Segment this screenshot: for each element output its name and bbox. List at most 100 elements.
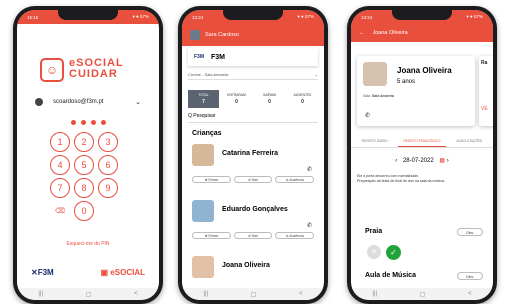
child-photo bbox=[363, 62, 387, 86]
chevron-right-icon[interactable]: › bbox=[447, 158, 449, 164]
activity-title: Praia bbox=[365, 228, 383, 235]
home-button[interactable]: ▢ bbox=[251, 291, 257, 298]
tab-label: AUSENTES bbox=[293, 93, 312, 97]
back-button[interactable]: < bbox=[468, 291, 472, 297]
tab-entered[interactable]: ENTRARAM 0 bbox=[221, 90, 252, 108]
phone-child-detail: 13:24 ▾ ● 57% ← Joana Oliveira Joana Oli… bbox=[347, 6, 497, 304]
chevron-down-icon: ⌄ bbox=[135, 99, 141, 106]
key-4[interactable]: 4 bbox=[50, 155, 70, 175]
room-name: Creche - Sala Amarela bbox=[188, 72, 229, 77]
search-input[interactable]: Q Pesquisar bbox=[188, 113, 318, 123]
child-photo bbox=[192, 200, 214, 222]
tab-assessments[interactable]: AUSCULTAÇÕES bbox=[446, 136, 493, 147]
app-logo-text: eSOCIAL CUIDAR bbox=[69, 58, 124, 80]
room-selector[interactable]: Creche - Sala Amarela ⌄ bbox=[188, 72, 318, 80]
phone-login: 15:15 ▾ ● 57% ☺ eSOCIAL CUIDAR scoardoso… bbox=[13, 6, 163, 304]
pin-dot bbox=[80, 120, 86, 125]
esocial-logo: ▣ eSOCIAL bbox=[100, 268, 145, 277]
username: scoardoso@f3m.pt bbox=[53, 99, 104, 105]
status-icons: ▾ ● 57% bbox=[466, 14, 483, 19]
system-nav: ||| ▢ < bbox=[182, 288, 324, 300]
status-time: 15:15 bbox=[27, 14, 39, 20]
status-tabs: TOTAL 7 ENTRARAM 0 SAÍRAM 0 AUSENTES 0 bbox=[188, 90, 318, 108]
attendance-actions: ⊕ Entrar ⊖ Sair ⊘ Ausência bbox=[192, 176, 315, 183]
phone-icon[interactable]: ✆ bbox=[307, 166, 312, 173]
pin-dot bbox=[90, 120, 96, 125]
enter-button[interactable]: ⊕ Entrar bbox=[192, 176, 231, 183]
user-selector[interactable]: scoardoso@f3m.pt ⌄ bbox=[35, 98, 141, 106]
tab-daily-record[interactable]: REGISTO DIÁRIO bbox=[351, 136, 398, 147]
tab-pedagogical-record[interactable]: REGISTO PEDAGÓGICO bbox=[398, 136, 446, 147]
absent-button[interactable]: ⊘ Ausência bbox=[275, 232, 315, 239]
recents-button[interactable]: ||| bbox=[372, 291, 377, 297]
detail-tabs: REGISTO DIÁRIO REGISTO PEDAGÓGICO AUSCUL… bbox=[351, 136, 493, 148]
daily-note: Ele a porta decorreu com normalidade. Pr… bbox=[357, 174, 487, 184]
activity-title: Aula de Música bbox=[365, 272, 416, 279]
calendar-icon[interactable]: ▦ bbox=[439, 158, 445, 164]
tab-label: SAÍRAM bbox=[263, 93, 276, 97]
pin-keypad: 1 2 3 4 5 6 7 8 9 ⌫ 0 bbox=[50, 132, 118, 221]
child-photo bbox=[192, 256, 214, 278]
forgot-pin-link[interactable]: Esqueci-me do PIN bbox=[17, 241, 159, 247]
list-item[interactable]: Catarina Ferreira ✆ ⊕ Entrar ⊖ Sair ⊘ Au… bbox=[188, 144, 318, 192]
tab-total[interactable]: TOTAL 7 bbox=[188, 90, 219, 108]
avatar[interactable] bbox=[190, 30, 200, 40]
next-child-name: Ra bbox=[481, 60, 488, 66]
list-item[interactable]: Eduardo Gonçalves ✆ ⊕ Entrar ⊖ Sair ⊘ Au… bbox=[188, 200, 318, 248]
brand-logos: ✕F3M ▣ eSOCIAL bbox=[31, 268, 145, 277]
delete-key[interactable]: ⌫ bbox=[50, 201, 70, 221]
back-button[interactable]: < bbox=[299, 291, 303, 297]
key-5[interactable]: 5 bbox=[74, 155, 94, 175]
app-showcase: 15:15 ▾ ● 57% ☺ eSOCIAL CUIDAR scoardoso… bbox=[0, 0, 506, 304]
leave-button[interactable]: ⊖ Sair bbox=[233, 232, 273, 239]
next-child-card[interactable]: Ra VE bbox=[479, 56, 493, 126]
leave-button[interactable]: ⊖ Sair bbox=[233, 176, 273, 183]
room-value: Sala Amarela bbox=[371, 94, 394, 98]
key-9[interactable]: 9 bbox=[98, 178, 118, 198]
keypad-empty bbox=[98, 201, 118, 221]
room-label: Sala: bbox=[363, 94, 371, 98]
home-button[interactable]: ▢ bbox=[420, 291, 426, 298]
back-arrow-icon[interactable]: ← bbox=[359, 30, 365, 36]
notch bbox=[223, 10, 283, 20]
next-child-link: VE bbox=[481, 106, 488, 112]
phone-icon[interactable]: ✆ bbox=[365, 112, 370, 119]
check-icon[interactable]: ✓ bbox=[386, 245, 401, 260]
close-icon[interactable]: ✕ bbox=[367, 245, 381, 259]
phone-icon[interactable]: ✆ bbox=[307, 222, 312, 229]
tab-absent[interactable]: AUSENTES 0 bbox=[287, 90, 318, 108]
school-logo: F3M bbox=[194, 54, 204, 60]
current-date: 28-07-2022 bbox=[402, 158, 434, 164]
tab-left[interactable]: SAÍRAM 0 bbox=[254, 90, 285, 108]
key-1[interactable]: 1 bbox=[50, 132, 70, 152]
key-2[interactable]: 2 bbox=[74, 132, 94, 152]
key-8[interactable]: 8 bbox=[74, 178, 94, 198]
observations-button[interactable]: Obs. bbox=[457, 228, 483, 236]
key-6[interactable]: 6 bbox=[98, 155, 118, 175]
observations-button[interactable]: Obs. bbox=[457, 272, 483, 280]
child-name: Joana Oliveira bbox=[222, 262, 270, 269]
child-name: Eduardo Gonçalves bbox=[222, 206, 288, 213]
enter-button[interactable]: ⊕ Entrar bbox=[192, 232, 231, 239]
date-selector: ‹ 28-07-2022 ▦ › bbox=[351, 157, 493, 164]
home-button[interactable]: ▢ bbox=[86, 291, 92, 298]
key-0[interactable]: 0 bbox=[74, 201, 94, 221]
child-card: Joana Oliveira 5 anos Sala: Sala Amarela… bbox=[357, 56, 475, 126]
pin-dot bbox=[70, 120, 76, 125]
chevron-left-icon[interactable]: ‹ bbox=[395, 158, 397, 164]
absent-button[interactable]: ⊘ Ausência bbox=[275, 176, 315, 183]
key-3[interactable]: 3 bbox=[98, 132, 118, 152]
chevron-down-icon: ⌄ bbox=[314, 72, 318, 77]
key-7[interactable]: 7 bbox=[50, 178, 70, 198]
school-name: F3M bbox=[211, 53, 225, 61]
tab-label: ENTRARAM bbox=[227, 93, 246, 97]
page-title: Joana Oliveira bbox=[372, 30, 408, 36]
child-name: Joana Oliveira bbox=[397, 66, 452, 75]
recents-button[interactable]: ||| bbox=[203, 291, 208, 297]
note-line: Preparação da festa de final de ano na s… bbox=[357, 179, 445, 183]
school-card[interactable]: F3M F3M bbox=[188, 48, 318, 66]
system-nav: ||| ▢ < bbox=[351, 288, 493, 300]
recents-button[interactable]: ||| bbox=[38, 291, 43, 297]
back-button[interactable]: < bbox=[134, 291, 138, 297]
user-name: Sara Cardoso bbox=[205, 32, 239, 38]
